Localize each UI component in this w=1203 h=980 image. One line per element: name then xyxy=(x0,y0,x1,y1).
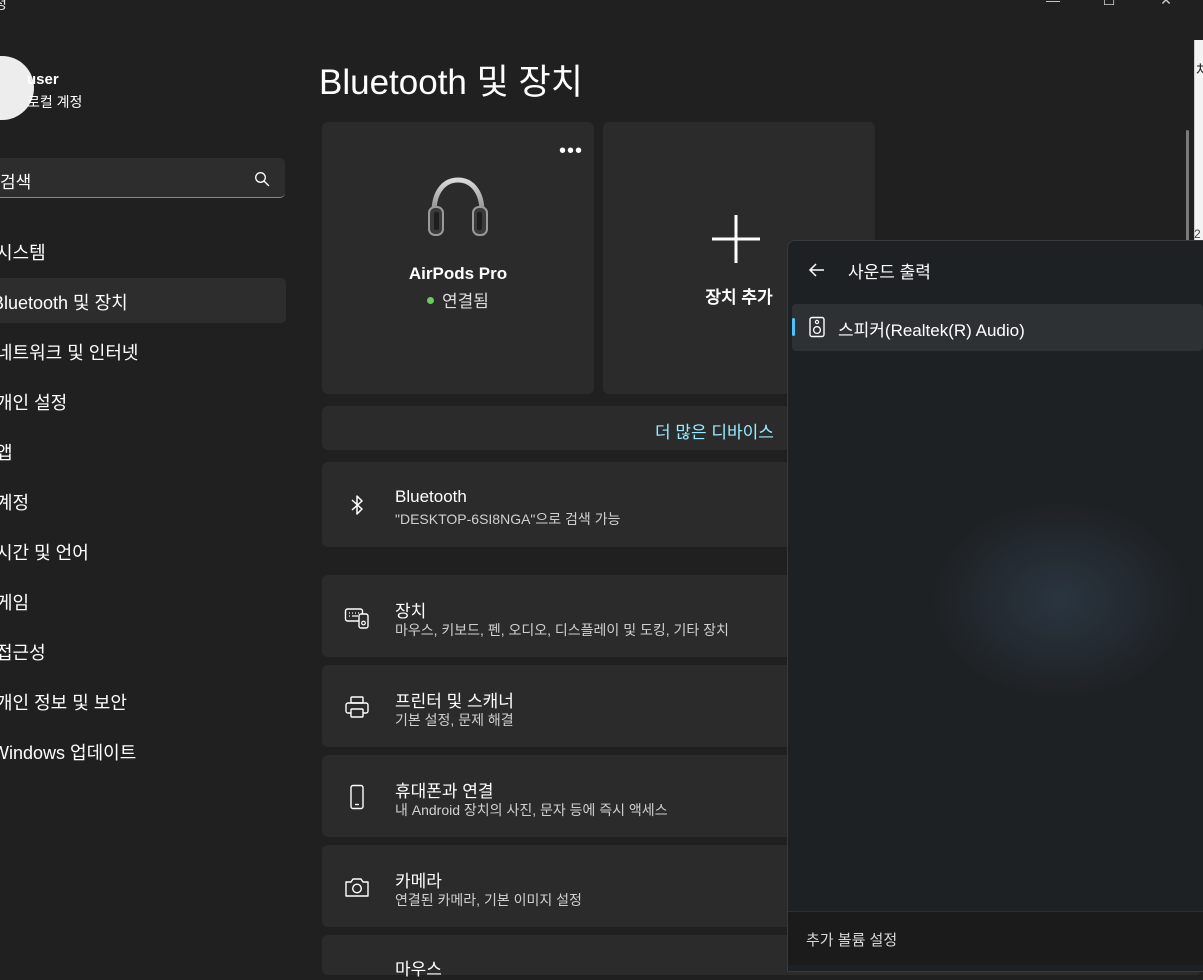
printers-title: 프린터 및 스캐너 xyxy=(395,692,514,711)
mouse-title: 마우스 xyxy=(395,960,442,979)
printers-subtitle: 기본 설정, 문제 해결 xyxy=(395,712,514,728)
window-title: 정 xyxy=(0,0,7,12)
device-name: AirPods Pro xyxy=(408,264,508,283)
camera-icon xyxy=(345,878,369,897)
sidebar-item-label: 접근성 xyxy=(0,643,46,663)
bluetooth-subtitle: "DESKTOP-6SI8NGA"으로 검색 가능 xyxy=(395,511,621,527)
more-devices-link[interactable]: 더 많은 디바이스 xyxy=(655,418,774,443)
minimize-button[interactable]: — xyxy=(1043,0,1063,12)
account-type: 로컬 계정 xyxy=(27,94,83,110)
sidebar-item-label: Bluetooth 및 장치 xyxy=(0,293,128,313)
sidebar-item-label: 개인 정보 및 보안 xyxy=(0,693,127,713)
bluetooth-title: Bluetooth xyxy=(395,487,467,506)
background-window-text: 차 xyxy=(1196,62,1203,78)
device-status: 연결됨 xyxy=(322,287,594,312)
background-window-text-2: 2 xyxy=(1194,227,1201,241)
connected-dot-icon xyxy=(427,297,435,305)
phone-icon xyxy=(350,784,364,810)
plus-icon xyxy=(712,215,760,263)
sidebar-item-label: Windows 업데이트 xyxy=(0,743,137,763)
maximize-button[interactable]: ☐ xyxy=(1099,0,1119,12)
phone-link-subtitle: 내 Android 장치의 사진, 문자 등에 즉시 액세스 xyxy=(395,802,668,818)
user-name: user xyxy=(27,71,59,88)
more-volume-settings-link[interactable]: 추가 볼륨 설정 xyxy=(806,929,897,950)
sidebar-item-label: 시스템 xyxy=(0,243,46,263)
sidebar-item-label: 네트워크 및 인터넷 xyxy=(0,343,139,363)
headphones-icon xyxy=(428,177,488,236)
speaker-output-label: 스피커(Realtek(R) Audio) xyxy=(838,321,1025,340)
flyout-title: 사운드 출력 xyxy=(848,263,931,282)
device-card-airpods[interactable] xyxy=(322,122,594,394)
search-icon[interactable] xyxy=(254,171,270,187)
devices-title: 장치 xyxy=(395,602,427,621)
search-box[interactable] xyxy=(0,158,285,198)
flyout-background-glow xyxy=(930,500,1190,700)
selected-indicator xyxy=(792,318,795,336)
sidebar-item-label: 게임 xyxy=(0,593,30,613)
back-arrow-icon[interactable] xyxy=(808,261,826,279)
sidebar-item-label: 앱 xyxy=(0,443,13,463)
phone-link-title: 휴대폰과 연결 xyxy=(395,782,494,801)
devices-subtitle: 마우스, 키보드, 펜, 오디오, 디스플레이 및 도킹, 기타 장치 xyxy=(395,622,729,638)
sidebar-item-label: 개인 설정 xyxy=(0,393,68,413)
more-options-button[interactable]: ••• xyxy=(559,140,583,163)
sidebar-item-apps[interactable] xyxy=(0,428,286,473)
devices-icon xyxy=(344,608,369,629)
camera-title: 카메라 xyxy=(395,872,442,891)
page-title: Bluetooth 및 장치 xyxy=(319,63,583,102)
camera-subtitle: 연결된 카메라, 기본 이미지 설정 xyxy=(395,892,582,908)
search-input[interactable]: 검색 xyxy=(0,168,31,193)
sidebar-item-label: 시간 및 언어 xyxy=(0,543,89,563)
speaker-icon xyxy=(809,316,825,338)
sidebar-item-label: 계정 xyxy=(0,493,30,513)
sidebar-item-gaming[interactable] xyxy=(0,578,286,623)
sidebar-item-accounts[interactable] xyxy=(0,478,286,523)
printer-icon xyxy=(345,696,369,718)
device-status-text: 연결됨 xyxy=(442,292,489,311)
bluetooth-icon xyxy=(351,495,363,515)
close-button[interactable]: ✕ xyxy=(1156,0,1176,12)
